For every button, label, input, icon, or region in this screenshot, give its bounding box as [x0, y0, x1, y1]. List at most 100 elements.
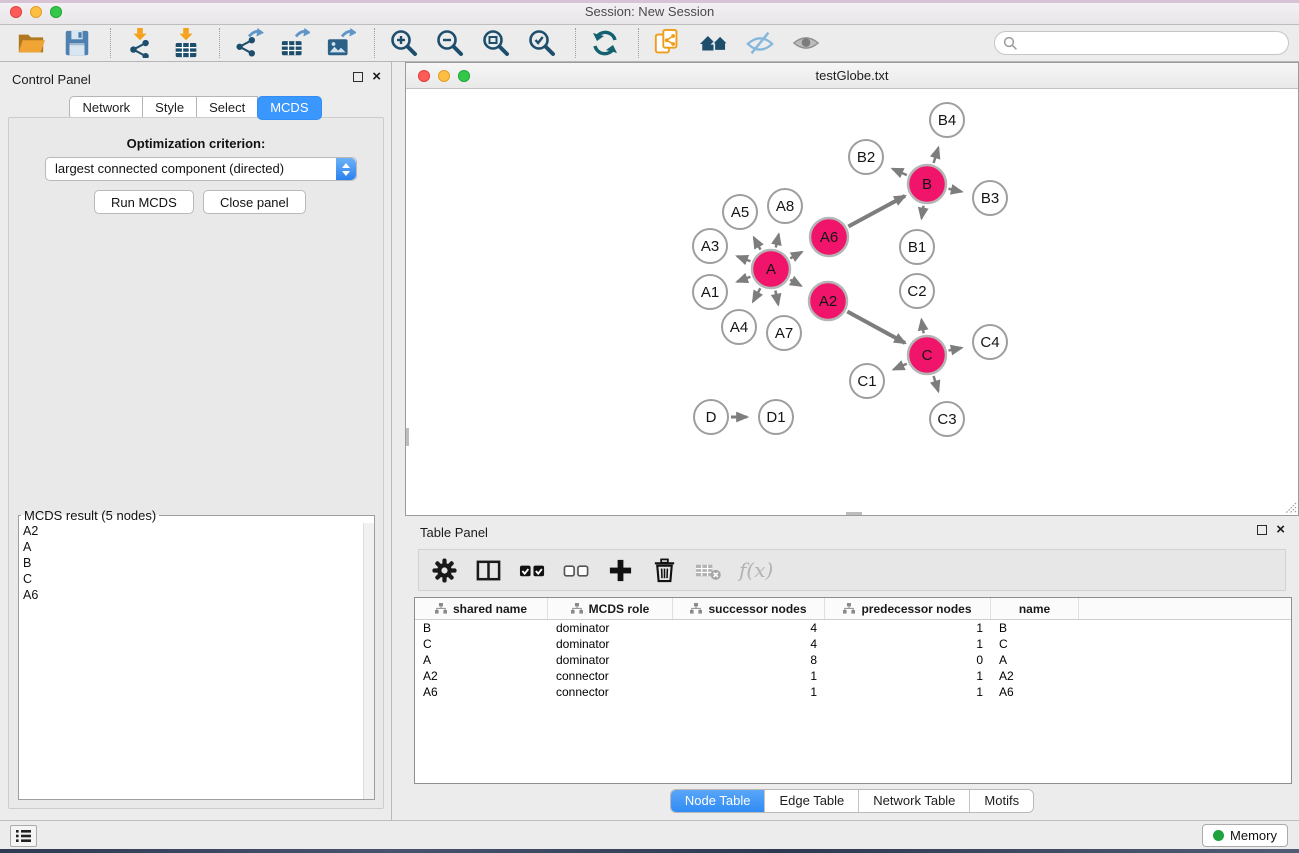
network-window-titlebar: testGlobe.txt — [406, 63, 1298, 89]
table-row[interactable]: Adominator80A — [415, 652, 1291, 668]
table-cell: 1 — [825, 668, 991, 684]
table-cell: 4 — [673, 636, 825, 652]
graph-node-A2[interactable]: A2 — [809, 282, 847, 320]
show-details-icon[interactable] — [791, 28, 821, 58]
column-header-mcds-role[interactable]: MCDS role — [548, 598, 673, 619]
export-table-icon[interactable] — [280, 28, 310, 58]
graph-node-A5[interactable]: A5 — [723, 195, 757, 229]
table-row[interactable]: Cdominator41C — [415, 636, 1291, 652]
svg-text:A2: A2 — [819, 293, 837, 310]
column-view-icon[interactable] — [475, 557, 502, 584]
hide-details-icon[interactable] — [745, 28, 775, 58]
vertical-scroll-nub[interactable] — [406, 428, 409, 446]
search-input[interactable] — [994, 31, 1289, 55]
home-icon[interactable] — [699, 28, 729, 58]
network-graph-canvas[interactable]: B4 B2 B B3 A8 A5 A6 B1 A3 A C2 A1 A2 A4 A7 C4 C C1 C3 D D1 — [406, 89, 1297, 514]
delete-column-trash-icon[interactable] — [651, 557, 678, 584]
column-header-name[interactable]: name — [991, 598, 1079, 619]
zoom-out-icon[interactable] — [435, 28, 465, 58]
graph-edge-C-C2 — [921, 320, 923, 334]
mcds-result-item[interactable]: C — [19, 571, 374, 587]
tab-node-table[interactable]: Node Table — [671, 790, 766, 812]
graph-edge-B-B4 — [934, 148, 939, 163]
svg-text:A4: A4 — [730, 319, 748, 336]
column-header-predecessor-nodes[interactable]: predecessor nodes — [825, 598, 991, 619]
svg-text:C1: C1 — [857, 373, 876, 390]
column-header-shared-name[interactable]: shared name — [415, 598, 548, 619]
graph-node-B4[interactable]: B4 — [930, 103, 964, 137]
graph-edge-B-B2 — [893, 169, 907, 175]
graph-node-C3[interactable]: C3 — [930, 402, 964, 436]
table-row[interactable]: Bdominator41B — [415, 620, 1291, 636]
graph-node-B1[interactable]: B1 — [900, 230, 934, 264]
open-session-icon[interactable] — [16, 28, 46, 58]
svg-text:D1: D1 — [766, 409, 785, 426]
zoom-selected-icon[interactable] — [527, 28, 557, 58]
table-panel: Table Panel × — [405, 516, 1299, 820]
graph-node-B3[interactable]: B3 — [973, 181, 1007, 215]
network-from-file-icon[interactable] — [653, 28, 683, 58]
table-cell: 4 — [673, 620, 825, 636]
graph-node-C1[interactable]: C1 — [850, 364, 884, 398]
graph-node-A7[interactable]: A7 — [767, 316, 801, 350]
svg-text:B4: B4 — [938, 112, 956, 129]
graph-node-C4[interactable]: C4 — [973, 325, 1007, 359]
graph-node-A3[interactable]: A3 — [693, 229, 727, 263]
table-tabs-group: Node TableEdge TableNetwork TableMotifs — [670, 789, 1034, 813]
zoom-fit-icon[interactable] — [481, 28, 511, 58]
graph-node-A8[interactable]: A8 — [768, 189, 802, 223]
close-table-panel-icon[interactable]: × — [1276, 525, 1285, 535]
mcds-result-item[interactable]: A2 — [19, 523, 374, 539]
select-all-checkboxes-icon[interactable] — [519, 557, 546, 584]
deselect-all-checkboxes-icon[interactable] — [563, 557, 590, 584]
horizontal-scroll-nub[interactable] — [846, 512, 862, 515]
graph-node-C[interactable]: C — [908, 336, 946, 374]
refresh-view-icon[interactable] — [590, 28, 620, 58]
graph-node-A6[interactable]: A6 — [810, 218, 848, 256]
zoom-in-icon[interactable] — [389, 28, 419, 58]
graph-node-B2[interactable]: B2 — [849, 140, 883, 174]
tab-motifs[interactable]: Motifs — [970, 790, 1033, 812]
graph-edge-A-A6 — [790, 252, 802, 258]
table-cell: A6 — [991, 684, 1079, 700]
float-panel-icon[interactable] — [353, 72, 363, 82]
graph-node-D[interactable]: D — [694, 400, 728, 434]
mcds-result-item[interactable]: A — [19, 539, 374, 555]
graph-node-A4[interactable]: A4 — [722, 310, 756, 344]
tab-edge-table[interactable]: Edge Table — [765, 790, 859, 812]
graph-node-D1[interactable]: D1 — [759, 400, 793, 434]
graph-node-B[interactable]: B — [908, 165, 946, 203]
memory-button[interactable]: Memory — [1202, 824, 1288, 847]
svg-text:B2: B2 — [857, 149, 875, 166]
save-session-icon[interactable] — [62, 28, 92, 58]
import-network-icon[interactable] — [125, 28, 155, 58]
add-column-icon[interactable] — [607, 557, 634, 584]
graph-node-C2[interactable]: C2 — [900, 274, 934, 308]
export-network-icon[interactable] — [234, 28, 264, 58]
tab-network-table[interactable]: Network Table — [859, 790, 970, 812]
close-panel-icon[interactable]: × — [372, 72, 381, 82]
svg-text:D: D — [706, 409, 717, 426]
graph-node-A1[interactable]: A1 — [693, 275, 727, 309]
table-row[interactable]: A6connector11A6 — [415, 684, 1291, 700]
mcds-list-scrollbar[interactable] — [363, 523, 374, 799]
import-table-icon[interactable] — [171, 28, 201, 58]
task-history-button[interactable] — [10, 825, 37, 847]
mcds-result-item[interactable]: A6 — [19, 587, 374, 603]
graph-node-A[interactable]: A — [752, 250, 790, 288]
delete-table-icon[interactable] — [695, 557, 722, 584]
resize-grip-icon[interactable] — [1284, 501, 1297, 514]
graph-edge-A-A8 — [776, 234, 779, 247]
close-panel-button[interactable]: Close panel — [203, 190, 306, 214]
svg-text:B3: B3 — [981, 190, 999, 207]
table-settings-gear-icon[interactable] — [431, 557, 458, 584]
mcds-result-item[interactable]: B — [19, 555, 374, 571]
table-row[interactable]: A2connector11A2 — [415, 668, 1291, 684]
export-image-icon[interactable] — [326, 28, 356, 58]
float-table-panel-icon[interactable] — [1257, 525, 1267, 535]
column-header-successor-nodes[interactable]: successor nodes — [673, 598, 825, 619]
run-mcds-button[interactable]: Run MCDS — [94, 190, 194, 214]
tab-mcds[interactable]: MCDS — [257, 96, 321, 120]
optimization-criterion-dropdown[interactable]: largest connected component (directed) — [45, 157, 357, 181]
function-builder-icon[interactable]: f(x) — [739, 558, 773, 582]
